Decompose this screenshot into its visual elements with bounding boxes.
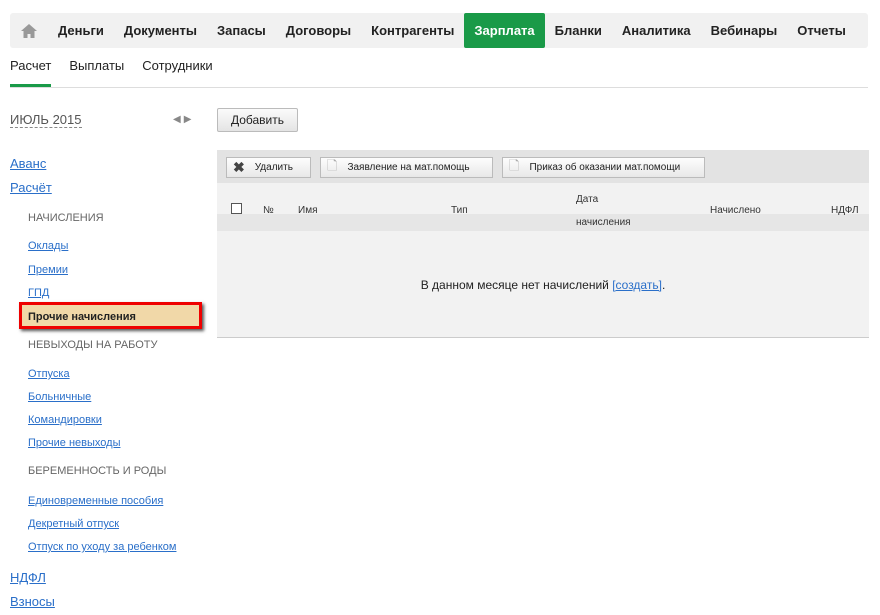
- delete-label: Удалить: [254, 162, 293, 173]
- nav-reports[interactable]: Отчеты: [787, 13, 856, 48]
- toolbar: ✖ Удалить 🗋 Заявление на мат.помощь 🗋 Прика…: [217, 150, 869, 183]
- header-row-band: [217, 214, 869, 231]
- empty-text: В данном месяце нет начислений: [420, 278, 613, 292]
- link-vznosy[interactable]: Взносы: [10, 594, 55, 609]
- nav-stock[interactable]: Запасы: [207, 13, 276, 48]
- col-num[interactable]: №: [263, 205, 274, 216]
- zayavlenie-label: Заявление на мат.помощь: [347, 162, 470, 173]
- delete-button[interactable]: ✖ Удалить: [226, 157, 311, 178]
- home-icon[interactable]: [10, 13, 48, 48]
- col-date[interactable]: Дата: [576, 194, 598, 205]
- document-icon: 🗋: [327, 157, 338, 173]
- col-accrued[interactable]: Начислено: [710, 205, 761, 216]
- create-link[interactable]: [создать]: [612, 278, 662, 292]
- section-heading: НАЧИСЛЕНИЯ: [28, 212, 104, 224]
- sub-navigation: Расчет Выплаты Сотрудники: [10, 58, 213, 87]
- tab-raschet[interactable]: Расчет: [10, 58, 52, 87]
- empty-end: .: [661, 278, 666, 292]
- next-arrow-icon[interactable]: ▶: [184, 114, 195, 125]
- link-komandirovki[interactable]: Командировки: [28, 414, 102, 426]
- section-heading: НЕВЫХОДЫ НА РАБОТУ: [28, 339, 158, 351]
- col-ndfl[interactable]: НДФЛ: [831, 205, 859, 216]
- delete-icon: ✖: [233, 159, 245, 175]
- link-oklady[interactable]: Оклады: [28, 240, 68, 252]
- tab-vyplaty[interactable]: Выплаты: [69, 58, 124, 87]
- prikaz-button[interactable]: 🗋 Приказ об оказании мат.помощи: [502, 157, 705, 178]
- link-premii[interactable]: Премии: [28, 264, 68, 276]
- link-dekret[interactable]: Декретный отпуск: [28, 518, 119, 530]
- select-all-checkbox[interactable]: [231, 203, 242, 214]
- nav-contractors[interactable]: Контрагенты: [361, 13, 464, 48]
- nav-money[interactable]: Деньги: [48, 13, 114, 48]
- prikaz-label: Приказ об оказании мат.помощи: [529, 162, 681, 173]
- link-ndfl[interactable]: НДФЛ: [10, 570, 46, 585]
- prev-arrow-icon[interactable]: ◀: [173, 114, 184, 125]
- nav-salary[interactable]: Зарплата: [464, 13, 545, 48]
- tab-sotrudniki[interactable]: Сотрудники: [142, 58, 212, 87]
- zayavlenie-button[interactable]: 🗋 Заявление на мат.помощь: [320, 157, 493, 178]
- nav-contracts[interactable]: Договоры: [276, 13, 361, 48]
- top-navigation: Деньги Документы Запасы Договоры Контраг…: [10, 13, 868, 48]
- section-heading: БЕРЕМЕННОСТЬ И РОДЫ: [28, 465, 167, 477]
- link-prochie-nevyhody[interactable]: Прочие невыходы: [28, 437, 120, 449]
- add-button[interactable]: Добавить: [217, 108, 298, 132]
- period-arrows: ◀▶: [173, 114, 194, 125]
- empty-message: В данном месяце нет начислений [создать]…: [217, 278, 869, 292]
- link-raschet[interactable]: Расчёт: [10, 180, 52, 195]
- accruals-panel: ✖ Удалить 🗋 Заявление на мат.помощь 🗋 Прика…: [217, 150, 869, 338]
- link-prochie-nachisleniya[interactable]: Прочие начисления: [19, 302, 202, 329]
- nav-webinars[interactable]: Вебинары: [701, 13, 788, 48]
- col-type[interactable]: Тип: [451, 205, 468, 216]
- period-selector[interactable]: ИЮЛЬ 2015: [10, 112, 82, 128]
- divider: [10, 87, 868, 88]
- link-bolnichnye[interactable]: Больничные: [28, 391, 91, 403]
- document-icon: 🗋: [509, 157, 520, 173]
- nav-forms[interactable]: Бланки: [545, 13, 612, 48]
- link-otpuska[interactable]: Отпуска: [28, 368, 70, 380]
- link-gpd[interactable]: ГПД: [28, 287, 49, 299]
- table-header: № Имя Тип Дата начисления Начислено НДФЛ: [217, 183, 869, 231]
- col-date-line2: начисления: [576, 217, 631, 228]
- nav-analytics[interactable]: Аналитика: [612, 13, 701, 48]
- col-name[interactable]: Имя: [298, 205, 317, 216]
- link-avans[interactable]: Аванс: [10, 156, 46, 171]
- nav-documents[interactable]: Документы: [114, 13, 207, 48]
- link-edinovremennye[interactable]: Единовременные пособия: [28, 495, 163, 507]
- link-uhod[interactable]: Отпуск по уходу за ребенком: [28, 541, 176, 553]
